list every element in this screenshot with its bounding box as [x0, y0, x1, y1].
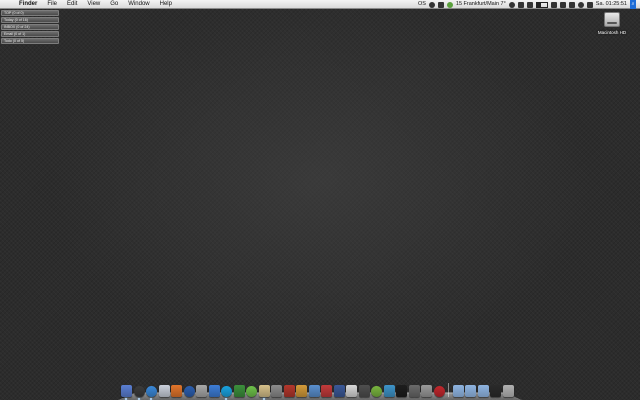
- dock-folder-icon[interactable]: [452, 385, 464, 397]
- dock-app-icon[interactable]: [171, 385, 182, 397]
- macintosh-hd-label: Macintosh HD: [597, 30, 627, 35]
- bluetooth-icon[interactable]: [568, 1, 575, 8]
- gear-icon[interactable]: [508, 1, 515, 8]
- dock-app-icon[interactable]: [346, 385, 357, 397]
- dock-app-icon[interactable]: [296, 385, 307, 397]
- dock-app-icon[interactable]: [246, 386, 257, 397]
- dock-app-icon[interactable]: [283, 385, 295, 397]
- mail-widgets: TOP (0 of 0) Today (0 of 16) INBOX (0 of…: [1, 10, 59, 44]
- menu-bar: Finder File Edit View Go Window Help OS …: [0, 0, 640, 9]
- menu-go[interactable]: Go: [105, 0, 123, 9]
- dock-folder-icon[interactable]: [490, 385, 501, 397]
- spotlight-search-icon[interactable]: ⌕: [630, 0, 636, 9]
- dock-app-icon[interactable]: [208, 385, 220, 397]
- menu-app-finder[interactable]: Finder: [14, 0, 42, 9]
- battery-icon[interactable]: [535, 1, 548, 8]
- widget-todo[interactable]: Todo (0 of 5): [1, 38, 59, 44]
- monitor-icon[interactable]: [437, 1, 444, 8]
- display-icon[interactable]: [550, 1, 557, 8]
- widget-inbox[interactable]: INBOX (0 of 24): [1, 24, 59, 30]
- dock-app-icon[interactable]: [233, 385, 245, 397]
- weather-status[interactable]: 15 Frankfurt/Main 7°: [456, 0, 506, 9]
- keyboard-layout-indicator[interactable]: OS: [418, 0, 426, 9]
- dock-app-icon[interactable]: [358, 385, 370, 397]
- time-machine-icon[interactable]: [559, 1, 566, 8]
- dock-app-icon[interactable]: [221, 386, 232, 400]
- dock-folder-icon[interactable]: [465, 385, 476, 397]
- dock-app-icon[interactable]: [433, 386, 445, 397]
- dock-separator: [448, 383, 449, 397]
- menu-window[interactable]: Window: [123, 0, 154, 9]
- dock: [118, 380, 522, 400]
- dock-app-icon[interactable]: [396, 385, 407, 397]
- menu-clock[interactable]: Sa. 01:25:51: [596, 0, 627, 9]
- wifi-icon[interactable]: [577, 1, 584, 8]
- dock-app-icon[interactable]: [121, 385, 132, 400]
- dock-app-icon[interactable]: [183, 386, 195, 397]
- dock-app-icon[interactable]: [333, 385, 345, 397]
- dock-folder-icon[interactable]: [477, 385, 489, 397]
- widget-today[interactable]: Today (0 of 16): [1, 17, 59, 23]
- headphones-icon[interactable]: [517, 1, 524, 8]
- dock-icons: [121, 383, 514, 400]
- dock-app-icon[interactable]: [133, 386, 145, 400]
- desktop[interactable]: Finder File Edit View Go Window Help OS …: [0, 0, 640, 400]
- dock-app-icon[interactable]: [321, 385, 332, 397]
- dock-app-icon[interactable]: [271, 385, 282, 397]
- dock-app-icon[interactable]: [371, 386, 382, 397]
- dock-app-icon[interactable]: [158, 385, 170, 397]
- sync-icon[interactable]: [428, 1, 435, 8]
- macintosh-hd-desktop-icon[interactable]: Macintosh HD: [592, 12, 632, 35]
- widget-top[interactable]: TOP (0 of 0): [1, 10, 59, 16]
- hard-drive-icon[interactable]: [604, 12, 620, 27]
- volume-icon[interactable]: [586, 1, 593, 8]
- status-green-icon[interactable]: [446, 1, 453, 8]
- dock-app-icon[interactable]: [258, 385, 270, 400]
- lock-icon[interactable]: [526, 1, 533, 8]
- dock-app-icon[interactable]: [146, 386, 157, 400]
- menu-help[interactable]: Help: [155, 0, 177, 9]
- dock-app-icon[interactable]: [408, 385, 420, 397]
- dock-app-icon[interactable]: [383, 385, 395, 397]
- dock-app-icon[interactable]: [421, 385, 432, 397]
- menu-view[interactable]: View: [82, 0, 105, 9]
- dock-folder-icon[interactable]: [502, 385, 514, 397]
- dock-app-icon[interactable]: [196, 385, 207, 397]
- menu-edit[interactable]: Edit: [62, 0, 82, 9]
- menu-file[interactable]: File: [42, 0, 62, 9]
- dock-app-icon[interactable]: [308, 385, 320, 397]
- widget-email[interactable]: Email (0 of 1): [1, 31, 59, 37]
